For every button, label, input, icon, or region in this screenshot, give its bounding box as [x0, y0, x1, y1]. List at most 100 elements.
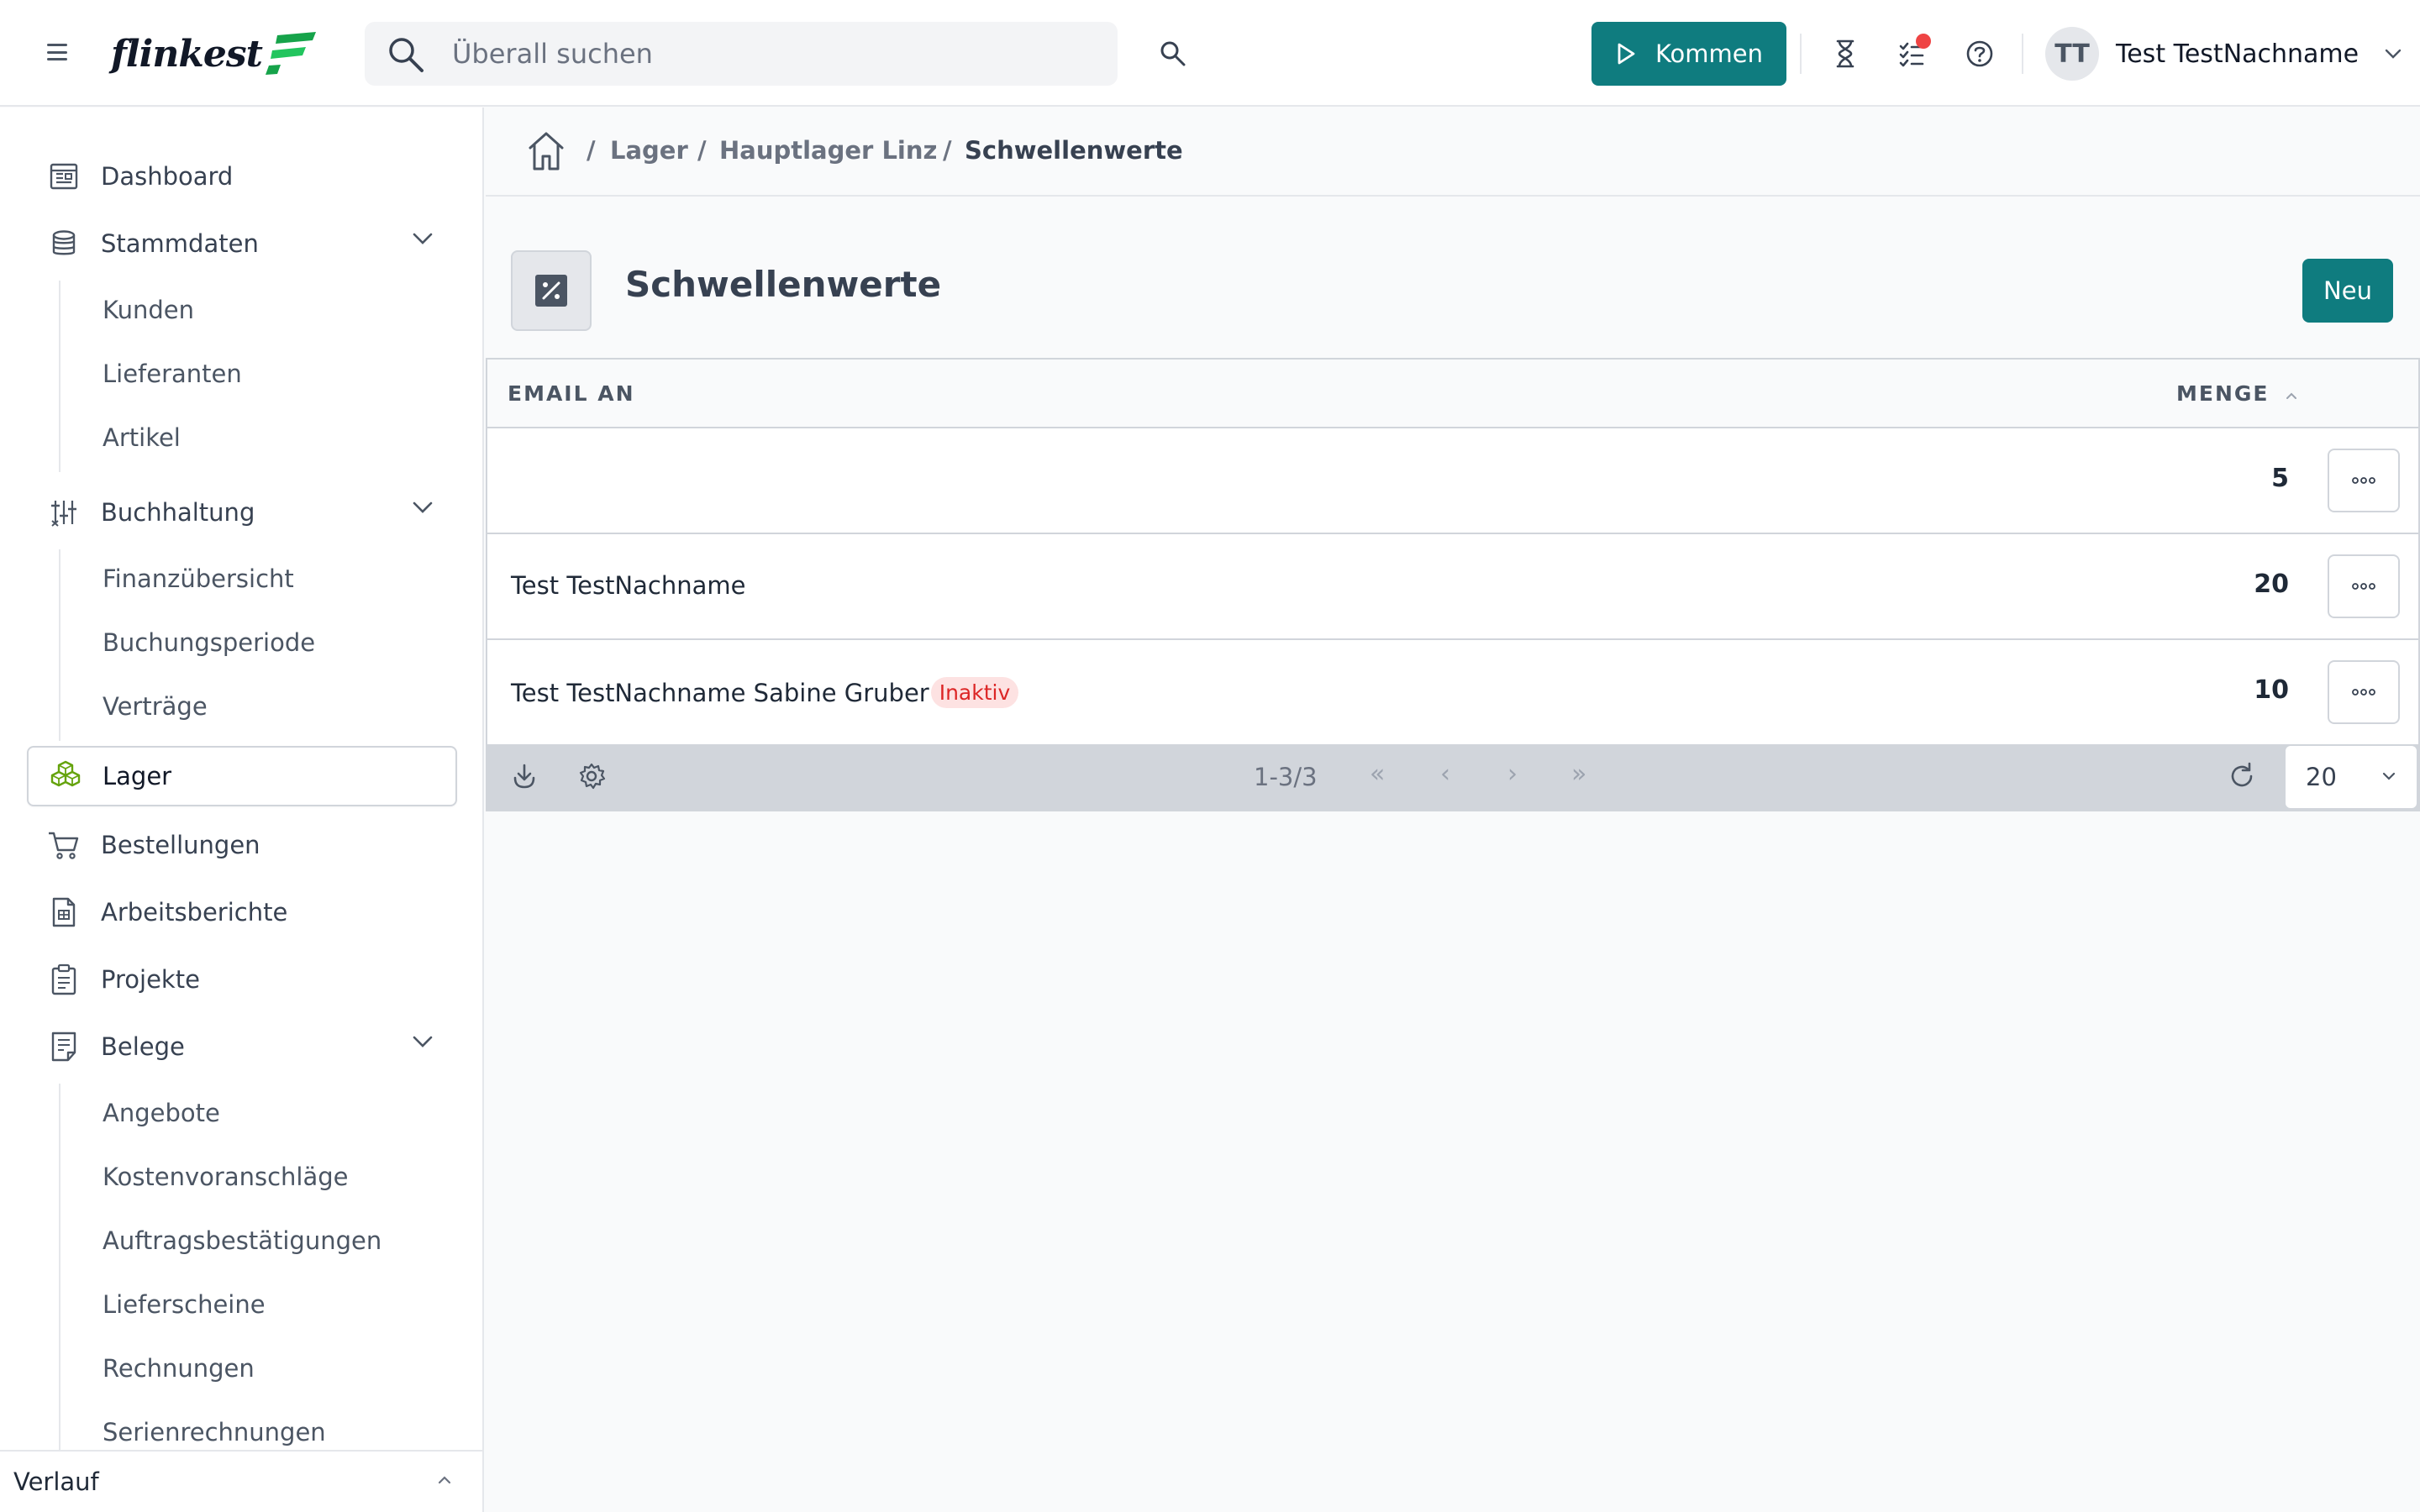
table-row[interactable]: 5 — [487, 428, 2418, 534]
sidebar-item-angebote[interactable]: Angebote — [103, 1099, 220, 1127]
chevron-down-icon — [2385, 49, 2402, 59]
sidebar-item-dashboard[interactable]: Dashboard — [27, 146, 457, 207]
logo[interactable]: flinkest — [111, 29, 321, 79]
sidebar-item-belege[interactable]: Belege — [27, 1016, 457, 1077]
top-bar: flinkest Kommen TT Test — [0, 0, 2420, 107]
email-text: Test TestNachname Sabine Gruber — [511, 678, 929, 707]
more-horizontal-icon — [2352, 477, 2375, 484]
boxes-icon — [49, 759, 82, 793]
page-size-select[interactable]: 20 — [2284, 744, 2418, 810]
sidebar-item-kostenvoranschlaege[interactable]: Kostenvoranschläge — [103, 1163, 349, 1191]
column-header-email[interactable]: EMAIL AN — [508, 381, 635, 406]
row-actions-button[interactable] — [2328, 660, 2400, 724]
cart-icon — [47, 828, 81, 862]
verlauf-label: Verlauf — [13, 1467, 99, 1496]
row-actions-button[interactable] — [2328, 449, 2400, 512]
notification-dot — [1916, 34, 1931, 49]
table-row[interactable]: Test TestNachname Sabine Gruber Inaktiv … — [487, 640, 2418, 746]
sidebar-item-projekte[interactable]: Projekte — [27, 949, 457, 1010]
kommen-button[interactable]: Kommen — [1591, 22, 1786, 86]
sidebar-item-vertraege[interactable]: Verträge — [103, 692, 208, 721]
clipboard-icon — [47, 963, 81, 996]
hamburger-icon[interactable] — [44, 39, 71, 66]
more-horizontal-icon — [2352, 583, 2375, 590]
table-footer: 1-3/3 « ‹ › » 20 — [487, 744, 2418, 810]
sidebar-item-label: Belege — [101, 1032, 185, 1061]
sidebar-item-label: Arbeitsberichte — [101, 898, 288, 927]
search-bar[interactable] — [365, 22, 1118, 86]
home-icon[interactable] — [526, 129, 566, 173]
cell-email: Test TestNachname Sabine Gruber Inaktiv — [511, 677, 1019, 708]
divider — [1800, 34, 1802, 74]
sidebar-item-label: Dashboard — [101, 162, 234, 191]
sidebar-item-label: Bestellungen — [101, 831, 260, 859]
sidebar-item-lieferscheine[interactable]: Lieferscheine — [103, 1290, 266, 1319]
cell-email: Test TestNachname — [511, 571, 745, 600]
breadcrumb-lager[interactable]: Lager — [610, 136, 688, 165]
verlauf-toggle[interactable]: Verlauf — [0, 1450, 482, 1512]
sort-ascending-icon — [2286, 392, 2297, 399]
help-icon[interactable] — [1963, 37, 1996, 71]
sidebar-item-kunden[interactable]: Kunden — [103, 296, 194, 324]
chevron-down-icon — [413, 501, 433, 513]
chevron-up-icon — [438, 1476, 451, 1484]
page-icon — [511, 250, 592, 331]
page-size-value: 20 — [2306, 763, 2337, 791]
breadcrumb-hauptlager-linz[interactable]: Hauptlager Linz — [719, 136, 937, 165]
cell-menge: 20 — [2254, 570, 2289, 599]
status-badge: Inaktiv — [930, 677, 1019, 708]
email-text: Test TestNachname — [511, 571, 746, 600]
row-actions-button[interactable] — [2328, 554, 2400, 618]
last-page-button[interactable]: » — [1571, 759, 1586, 789]
sidebar-item-lieferanten[interactable]: Lieferanten — [103, 360, 242, 388]
download-icon[interactable] — [509, 761, 539, 791]
play-icon — [1618, 43, 1635, 65]
sidebar-item-lager[interactable]: Lager — [27, 746, 457, 806]
sidebar-item-buchhaltung[interactable]: Buchhaltung — [27, 482, 457, 543]
sidebar-item-finanzuebersicht[interactable]: Finanzübersicht — [103, 564, 294, 593]
next-page-button[interactable]: › — [1507, 759, 1518, 789]
sidebar-item-stammdaten[interactable]: Stammdaten — [27, 213, 457, 274]
sidebar-item-label: Buchhaltung — [101, 498, 255, 527]
column-header-menge[interactable]: MENGE — [2176, 381, 2298, 406]
new-button[interactable]: Neu — [2302, 259, 2393, 323]
sidebar-item-artikel[interactable]: Artikel — [103, 423, 181, 452]
sidebar-item-serienrechnungen[interactable]: Serienrechnungen — [103, 1418, 326, 1446]
submenu-line — [59, 281, 60, 472]
settings-icon[interactable] — [576, 761, 607, 791]
percent-icon — [535, 275, 567, 307]
submenu-line — [59, 1084, 60, 1478]
cell-menge: 10 — [2254, 675, 2289, 705]
database-icon — [47, 227, 81, 260]
user-name: Test TestNachname — [2116, 39, 2360, 69]
cell-menge: 5 — [2271, 464, 2289, 493]
sidebar-item-buchungsperiode[interactable]: Buchungsperiode — [103, 628, 315, 657]
pagination-range: 1-3/3 — [1254, 763, 1318, 791]
chevron-down-icon — [413, 1036, 433, 1047]
chevron-down-icon — [413, 233, 433, 244]
dashboard-icon — [47, 160, 81, 193]
divider — [2022, 34, 2023, 74]
prev-page-button[interactable]: ‹ — [1440, 759, 1450, 789]
user-menu[interactable]: TT Test TestNachname — [2045, 25, 2402, 82]
table-row[interactable]: Test TestNachname 20 — [487, 534, 2418, 640]
breadcrumb-separator: / — [943, 136, 952, 165]
sidebar-item-rechnungen[interactable]: Rechnungen — [103, 1354, 255, 1383]
submenu-line — [59, 549, 60, 741]
first-page-button[interactable]: « — [1370, 759, 1385, 789]
breadcrumb-separator: / — [587, 136, 596, 165]
refresh-icon[interactable] — [2227, 761, 2257, 791]
sidebar-item-auftragsbestaetigungen[interactable]: Auftragsbestätigungen — [103, 1226, 381, 1255]
sidebar-item-arbeitsberichte[interactable]: Arbeitsberichte — [27, 882, 457, 942]
search-input[interactable] — [452, 22, 1091, 86]
more-horizontal-icon — [2352, 689, 2375, 696]
column-header-label: MENGE — [2176, 381, 2270, 406]
sidebar: Dashboard Stammdaten Kunden Lieferanten … — [0, 108, 484, 1512]
search-icon[interactable] — [1156, 37, 1190, 71]
sliders-icon — [47, 496, 81, 529]
sidebar-item-label: Lager — [103, 762, 172, 790]
hourglass-icon[interactable] — [1828, 37, 1862, 71]
thresholds-table: EMAIL AN MENGE 5 Test TestNachname 20 Te… — [486, 358, 2420, 811]
sidebar-item-bestellungen[interactable]: Bestellungen — [27, 815, 457, 875]
breadcrumb-separator: / — [697, 136, 707, 165]
